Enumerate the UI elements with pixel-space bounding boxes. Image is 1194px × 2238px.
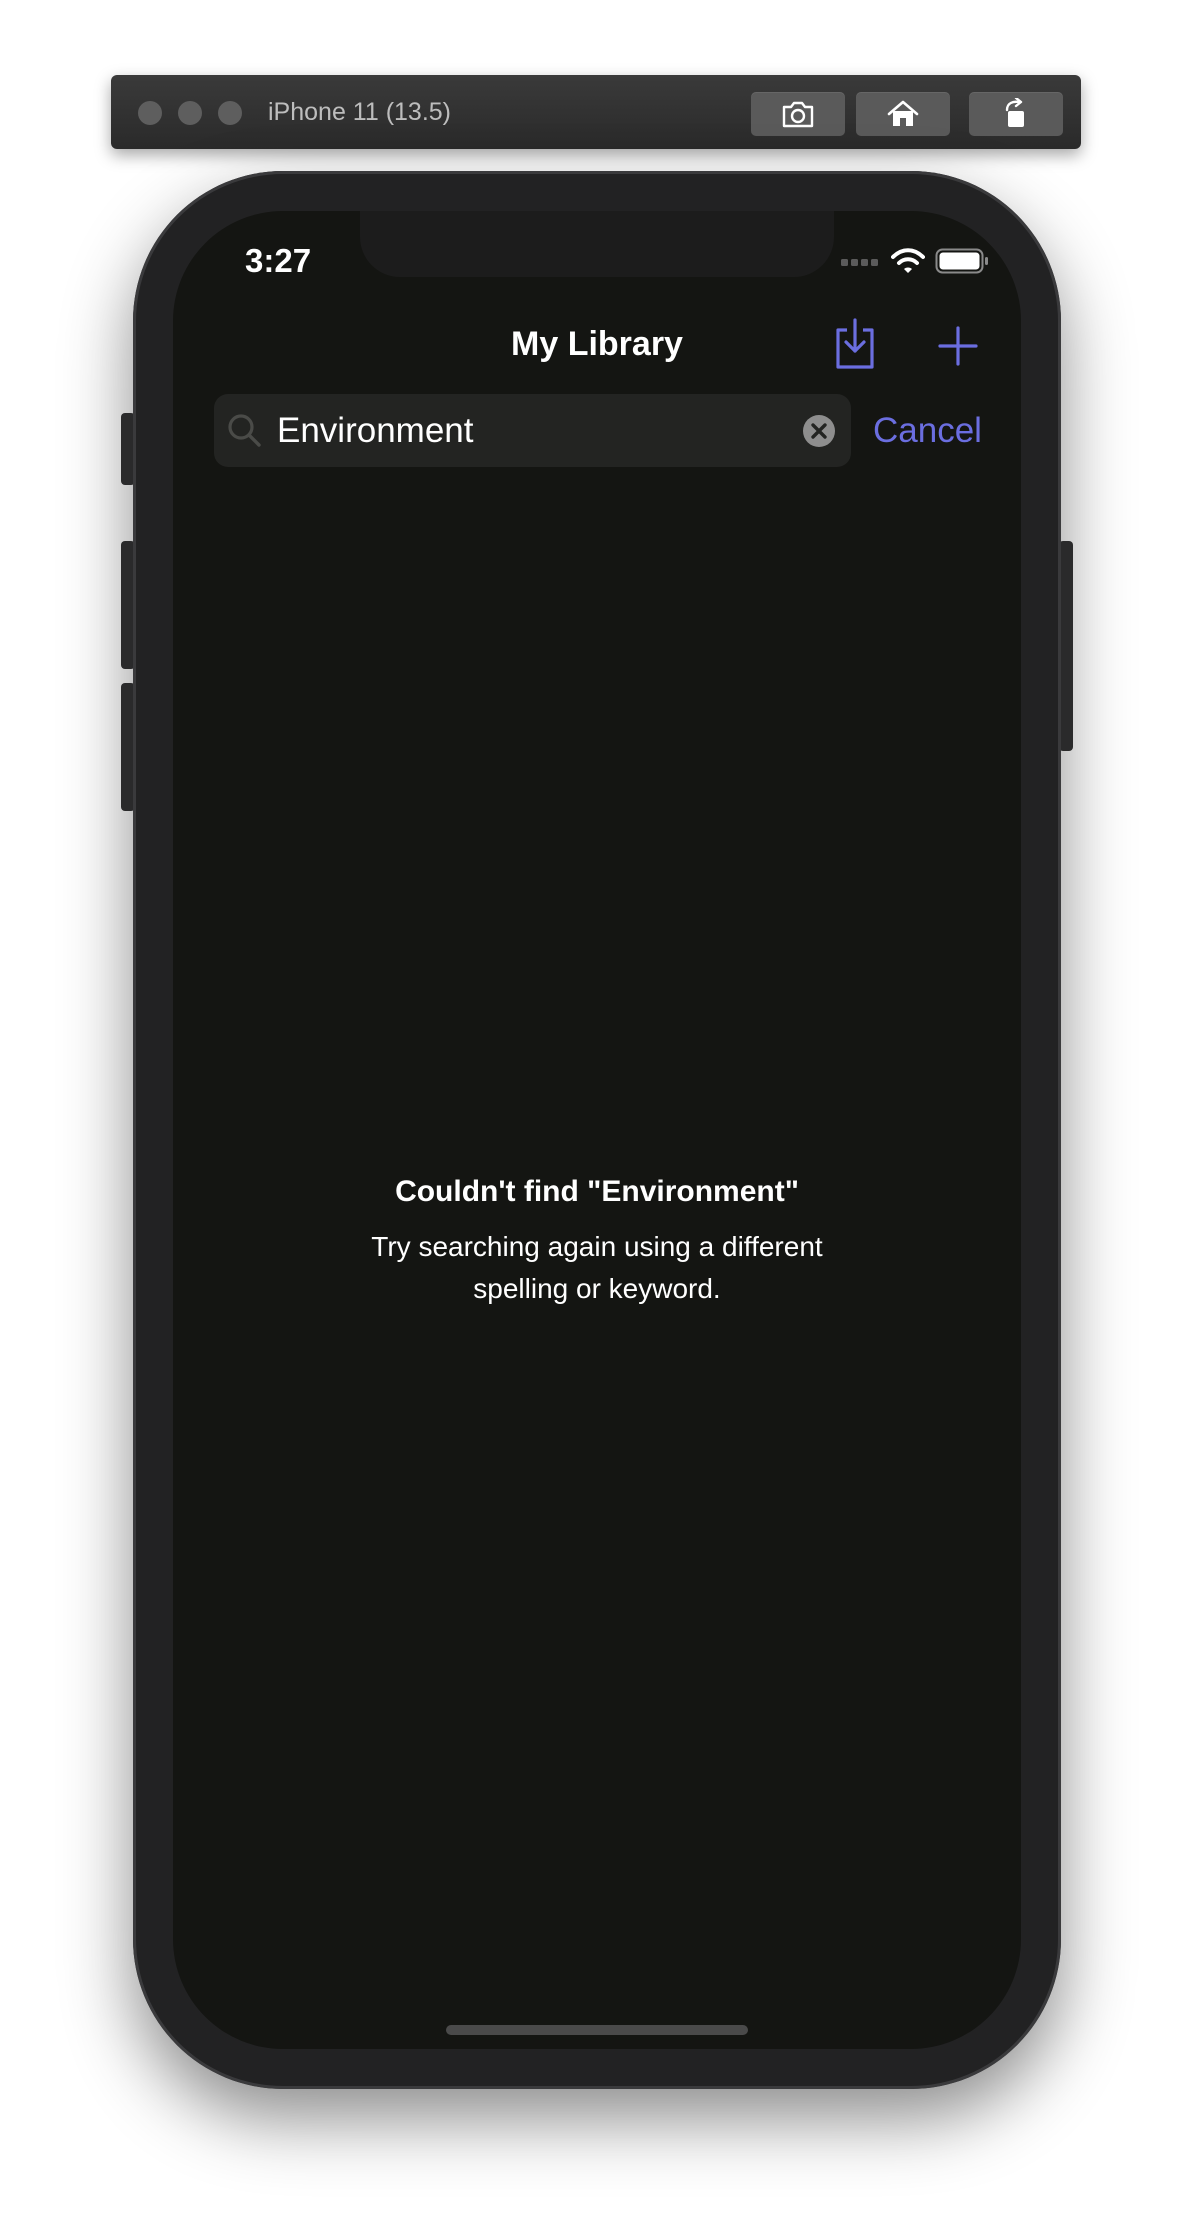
rotate-icon xyxy=(1005,98,1024,127)
simulator-toolbar: iPhone 11 (13.5) xyxy=(111,75,1081,149)
status-icons xyxy=(841,248,989,274)
empty-state-title: Couldn't find "Environment" xyxy=(395,1175,799,1208)
home-icon xyxy=(887,100,919,126)
search-icon xyxy=(228,414,261,447)
simulator-title: iPhone 11 (13.5) xyxy=(268,98,451,126)
close-window-button[interactable] xyxy=(138,101,162,125)
zoom-window-button[interactable] xyxy=(218,101,242,125)
screenshot-button[interactable] xyxy=(751,92,845,136)
page: iPhone 11 (13.5) 3:27 My Library Environ… xyxy=(0,0,1194,2238)
cancel-button[interactable]: Cancel xyxy=(873,409,982,453)
rotate-button[interactable] xyxy=(969,92,1063,136)
plus-icon xyxy=(938,326,978,366)
wifi-icon xyxy=(891,248,925,273)
page-title: My Library xyxy=(511,325,683,363)
side-button xyxy=(1059,541,1073,751)
status-time: 3:27 xyxy=(245,242,312,279)
search-input[interactable] xyxy=(277,394,777,467)
home-button[interactable] xyxy=(856,92,950,136)
notch xyxy=(360,211,834,277)
clear-search-icon[interactable] xyxy=(802,414,836,448)
import-icon xyxy=(836,318,874,369)
home-indicator[interactable] xyxy=(446,2025,748,2035)
battery-icon xyxy=(935,248,988,274)
import-button[interactable] xyxy=(829,316,881,372)
empty-state-message: Try searching again using a different sp… xyxy=(371,1231,823,1304)
screenshot-icon xyxy=(782,101,814,128)
phone-screen: 3:27 My Library Environment Cancel Could… xyxy=(173,211,1021,2049)
minimize-window-button[interactable] xyxy=(178,101,202,125)
add-button[interactable] xyxy=(934,322,982,370)
search-field[interactable] xyxy=(214,394,851,467)
cellular-signal-icon xyxy=(841,259,878,266)
